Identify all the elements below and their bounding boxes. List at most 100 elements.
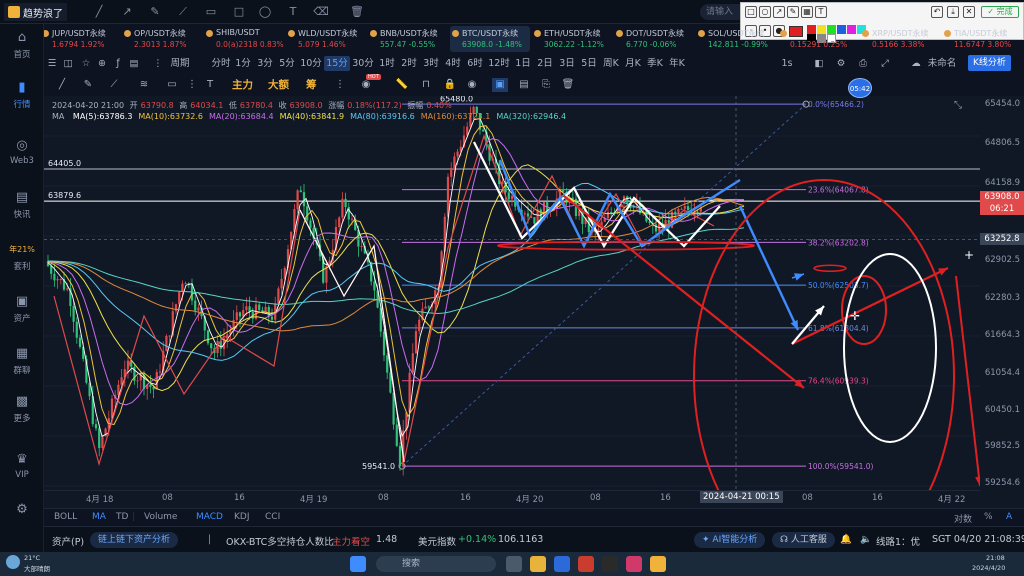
chart-settings-icon[interactable]: ⚙ — [834, 56, 848, 71]
big-order-button[interactable]: 大额 — [268, 78, 289, 92]
app-title[interactable]: 趋势浪了 — [4, 3, 67, 21]
layout-icon[interactable]: ◧ — [812, 56, 826, 71]
sidebar-item-0[interactable]: ⌂ 首页 — [0, 26, 44, 66]
time-axis[interactable]: 4月 18 08 16 4月 19 08 16 4月 20 08 16 08 16 4月 22 2024… — [44, 490, 980, 508]
chart-canvas[interactable]: 64405.063879.60.0%(65466.2)23.6%(64067.8… — [44, 96, 980, 490]
ticker-0[interactable]: JUP/USDT永续 1.6794 1.92% — [40, 26, 120, 52]
ray-tool-icon[interactable]: ↗ — [118, 4, 136, 20]
task-view-icon[interactable] — [506, 556, 522, 572]
app-icon-red[interactable] — [578, 556, 594, 572]
fullscreen-icon[interactable]: ⤢ — [878, 56, 892, 71]
draw-list-icon[interactable]: ▤ — [516, 78, 532, 92]
ticker-1[interactable]: OP/USDT永续 2.3013 1.87% — [122, 26, 202, 52]
annot-text-icon[interactable]: T — [815, 6, 827, 18]
ticker-7[interactable]: DOT/USDT永续 6.770 -0.06% — [614, 26, 694, 52]
period-10[interactable]: 4时 — [442, 56, 464, 71]
indicator-macd[interactable]: MACD — [196, 512, 223, 522]
cloud-icon[interactable]: ☁ — [910, 56, 922, 71]
period-5[interactable]: 15分 — [324, 56, 350, 71]
sound-icon[interactable]: 🔈 — [860, 534, 872, 545]
sidebar-item-7[interactable]: ▩ 更多 — [0, 390, 44, 430]
draw-pen-icon[interactable]: ✎ — [80, 78, 96, 92]
period-18[interactable]: 月K — [622, 56, 644, 71]
indicator-icon[interactable]: ⊕ — [96, 56, 108, 71]
chart-type-icon[interactable]: ◫ — [62, 56, 74, 71]
asset-label[interactable]: 资产(P) — [52, 534, 84, 548]
period-menu-icon[interactable]: ⋮ — [150, 56, 166, 71]
eraser-tool-icon[interactable]: ⌫ — [312, 4, 330, 20]
customer-service-button[interactable]: ☊ 人工客服 — [772, 532, 835, 548]
period-13[interactable]: 1日 — [512, 56, 534, 71]
sidebar-item-2[interactable]: ◎ Web3 — [0, 134, 44, 174]
indicator-ma[interactable]: MA — [92, 512, 106, 522]
period-19[interactable]: 季K — [644, 56, 666, 71]
period-12[interactable]: 12时 — [486, 56, 512, 71]
pen-tool-icon[interactable]: ✎ — [146, 4, 164, 20]
period-1[interactable]: 1分 — [232, 56, 254, 71]
annot-arrow-icon[interactable]: ↗ — [773, 6, 785, 18]
period-20[interactable]: 年K — [666, 56, 688, 71]
period-11[interactable]: 6时 — [464, 56, 486, 71]
layout-name[interactable]: 未命名 — [924, 56, 960, 71]
period-4[interactable]: 10分 — [298, 56, 324, 71]
period-9[interactable]: 3时 — [420, 56, 442, 71]
slash-tool-icon[interactable]: ⟋ — [174, 4, 192, 20]
draw-wave-icon[interactable]: ≋ — [136, 78, 152, 92]
sidebar-item-6[interactable]: ▦ 群聊 — [0, 342, 44, 382]
percent-scale-toggle[interactable]: % — [984, 512, 993, 522]
annot-pen-icon[interactable]: ✎ — [787, 6, 799, 18]
draw-line-icon[interactable]: ╱ — [54, 78, 70, 92]
rect-tool-icon[interactable]: ▭ — [202, 4, 220, 20]
indicator-boll[interactable]: BOLL — [54, 512, 77, 522]
indicator-td[interactable]: TD — [116, 512, 128, 522]
bell-icon[interactable]: 🔔 — [840, 534, 852, 545]
long-short-ratio-text[interactable]: OKX-BTC多空持仓人数比 — [226, 534, 334, 548]
period-0[interactable]: 分时 — [210, 56, 232, 71]
draw-text-icon[interactable]: T — [202, 78, 218, 92]
ai-analysis-button[interactable]: ✦ AI智能分析 — [694, 532, 766, 548]
windows-start-icon[interactable] — [350, 556, 366, 572]
square-tool-icon[interactable]: □ — [230, 4, 248, 20]
text-tool-icon[interactable]: T — [284, 4, 302, 20]
annot-undo-icon[interactable]: ↶ — [931, 6, 943, 18]
period-2[interactable]: 3分 — [254, 56, 276, 71]
draw-rect-menu-icon[interactable]: ⋮ — [184, 78, 200, 92]
draw-mode-icon[interactable]: ▣ — [492, 78, 508, 92]
screenshot-icon[interactable]: ⎙ — [856, 56, 870, 71]
lock-icon[interactable]: 🔒 — [442, 78, 458, 92]
annot-cancel-icon[interactable]: ✕ — [963, 6, 975, 18]
price-axis[interactable]: 65454.0 64806.5 64158.9 63252.8 62902.5 62280… — [980, 96, 1024, 508]
line-tool-icon[interactable]: ╱ — [90, 4, 108, 20]
period-14[interactable]: 2日 — [534, 56, 556, 71]
sidebar-item-4[interactable]: 年21% 套利 — [0, 238, 44, 278]
dxy-label[interactable]: 美元指数 — [418, 534, 456, 548]
ruler-icon[interactable]: 📏 — [394, 78, 410, 92]
period-17[interactable]: 周K — [600, 56, 622, 71]
period-16[interactable]: 5日 — [578, 56, 600, 71]
annot-rect-icon[interactable]: □ — [745, 6, 757, 18]
file-explorer-icon[interactable] — [530, 556, 546, 572]
draw-rect-icon[interactable]: ▭ — [164, 78, 180, 92]
annot-circle-icon[interactable]: ○ — [759, 6, 771, 18]
trash-tool-icon[interactable]: 🗑 — [348, 4, 366, 20]
candlestick-chart[interactable]: 64405.0 63879.6 0.0%(65466.2) 23.6%(64067.8… — [44, 96, 980, 490]
draw-ray-icon[interactable]: ⟋ — [106, 78, 122, 92]
fx-icon[interactable]: ƒ — [112, 56, 124, 71]
ticker-9[interactable]: 0.15291 0.25% — [778, 26, 858, 52]
chip-button[interactable]: 筹 — [306, 78, 317, 92]
chip-menu-icon[interactable]: ⋮ — [332, 78, 348, 92]
ticker-3[interactable]: WLD/USDT永续 5.079 1.46% — [286, 26, 366, 52]
app-icon-pink[interactable] — [626, 556, 642, 572]
draw-copy-icon[interactable]: ⎘ — [538, 78, 554, 92]
sidebar-item-8[interactable]: ♛ VIP — [0, 448, 44, 488]
magnet-icon[interactable]: ⊓ — [418, 78, 434, 92]
sidebar-item-9[interactable]: ⚙ — [0, 498, 44, 538]
menu-icon[interactable]: ☰ — [46, 56, 58, 71]
ticker-10[interactable]: XRP/USDT永续 0.5166 3.38% — [860, 26, 940, 52]
template-icon[interactable]: ▤ — [128, 56, 140, 71]
period-6[interactable]: 30分 — [350, 56, 376, 71]
ticker-5[interactable]: BTC/USDT永续 63908.0 -1.48% — [450, 26, 530, 52]
period-15[interactable]: 3日 — [556, 56, 578, 71]
ticker-8[interactable]: SOL/USDT永续 142.811 -0.99% — [696, 26, 776, 52]
sidebar-item-5[interactable]: ▣ 资产 — [0, 290, 44, 330]
